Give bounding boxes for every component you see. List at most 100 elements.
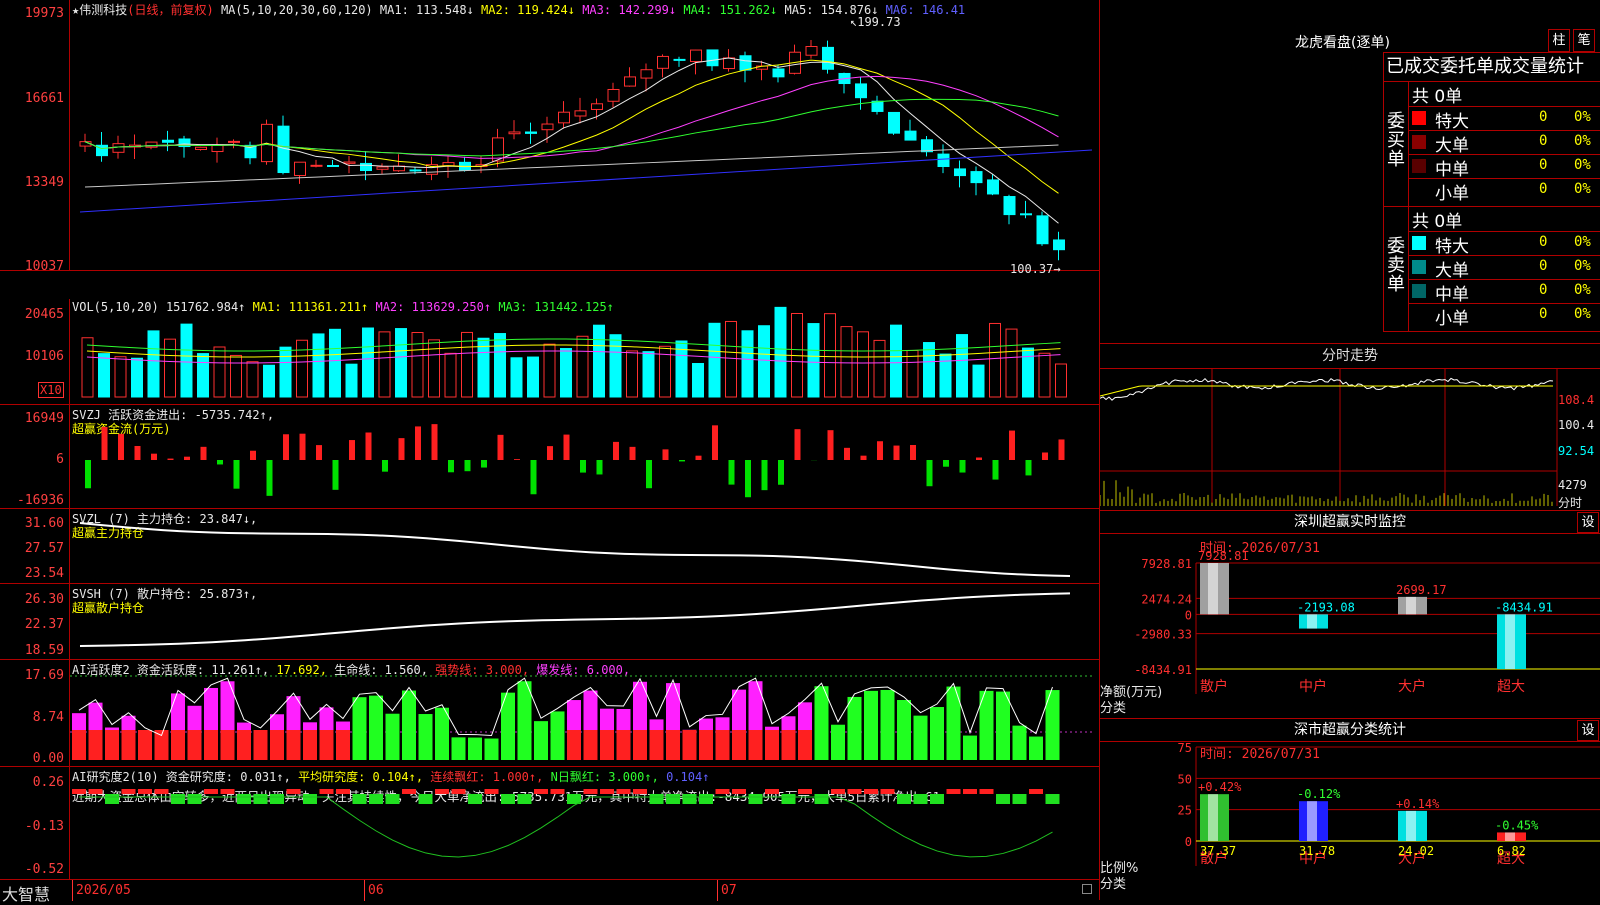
research-bar: [1046, 794, 1060, 804]
research-bar: [1029, 789, 1043, 794]
research-bar: [72, 789, 86, 794]
buy-total: 共 0单: [1412, 82, 1462, 107]
candle-body: [344, 162, 355, 163]
order-percent: 0%: [1574, 282, 1591, 298]
order-count: 0: [1539, 109, 1547, 125]
volume-panel[interactable]: VOL(5,10,20) 151762.984↑ MA1: 111361.211…: [0, 299, 1099, 405]
svsh-panel[interactable]: SVSH (7) 散户持仓: 25.873↑, 超赢散户持仓 26.30 22.…: [0, 584, 1099, 660]
order-percent: 0%: [1574, 258, 1591, 274]
research-bar: [848, 789, 862, 794]
volume-bar: [1006, 329, 1017, 397]
research-bar: [534, 789, 548, 794]
flow-bar: [448, 460, 454, 472]
candle-body: [1004, 197, 1015, 215]
research-bar: [369, 794, 383, 804]
flow-bar: [630, 447, 636, 460]
activity-base: [138, 730, 152, 760]
activity-base: [666, 730, 680, 760]
volume-bar: [544, 344, 555, 397]
low-annotation: 100.37→: [1010, 262, 1061, 276]
activity-base: [765, 730, 779, 760]
ai-research-panel[interactable]: AI研究度2(10) 资金研究度: 0.031↑, 平均研究度: 0.104↑,…: [0, 767, 1099, 879]
category-label: 中户: [1299, 678, 1327, 695]
lhb-panel[interactable]: 龙虎看盘(逐单) 柱 笔 已成交委托单成交量统计 委买单 共 0单 特大00%大…: [1100, 0, 1600, 343]
candle-body: [625, 77, 636, 86]
intraday-panel[interactable]: 分时走势 108.4 100.4 92.54 4279 分时: [1100, 343, 1600, 511]
activity-base: [600, 730, 614, 760]
sz-monitor-panel[interactable]: 深圳超赢实时监控 设 时间: 2026/07/31 7928.812474.24…: [1100, 510, 1600, 718]
category-label: 散户: [1200, 678, 1228, 695]
color-swatch: [1412, 135, 1426, 149]
research-bar: [468, 794, 482, 804]
y-tick: 25: [1178, 804, 1192, 818]
candle-body: [707, 50, 718, 66]
flow-bar: [481, 460, 487, 468]
activity-base: [699, 730, 713, 760]
flow-bar: [564, 435, 570, 460]
bar-highlight: [1505, 832, 1515, 841]
lock-icon[interactable]: [1082, 884, 1092, 894]
candle-body: [146, 142, 157, 147]
candlestick-chart[interactable]: [0, 0, 1099, 270]
research-bar: [386, 794, 400, 804]
research-bar: [221, 789, 235, 794]
tick-mode-button[interactable]: 笔: [1573, 29, 1595, 52]
candle-body: [823, 47, 834, 69]
flow-bar: [85, 460, 91, 488]
price-panel[interactable]: ★伟测科技(日线，前复权) MA(5,10,20,30,60,120) MA1:…: [0, 0, 1099, 271]
flow-bar: [514, 459, 520, 460]
candle-body: [674, 59, 685, 60]
sz-monitor-xlabel: 分类: [1100, 697, 1126, 716]
flow-bar: [778, 460, 784, 485]
sz-class-panel[interactable]: 深市超赢分类统计 设 时间: 2026/07/31 7550250+0.42%散…: [1100, 718, 1600, 901]
ma-line: [85, 99, 1059, 156]
flow-bar: [184, 457, 190, 460]
research-bar: [617, 789, 631, 794]
flow-bar: [976, 458, 982, 460]
activity-bar: [848, 697, 862, 760]
activity-base: [732, 730, 746, 760]
flow-bar: [712, 425, 718, 460]
order-count: 0: [1539, 133, 1547, 149]
activity-base: [798, 730, 812, 760]
bar-mode-button[interactable]: 柱: [1548, 29, 1570, 52]
volume-bar: [412, 333, 423, 397]
sell-side-label: 委卖单: [1387, 237, 1405, 294]
activity-bar: [930, 707, 944, 760]
date-axis[interactable]: 大智慧 2026/05 06 07: [0, 879, 1099, 901]
color-swatch: [1412, 284, 1426, 298]
research-bar: [947, 789, 961, 794]
activity-base: [254, 730, 268, 760]
activity-base: [122, 730, 136, 760]
svzj-panel[interactable]: SVZJ 活跃资金进出: -5735.742↑, 超赢资金流(万元) 16949…: [0, 405, 1099, 509]
intraday-chart[interactable]: [1100, 344, 1600, 511]
volume-bar: [759, 326, 770, 397]
volume-bar: [841, 327, 852, 397]
volume-bar: [165, 339, 176, 397]
intraday-tick: 4279: [1558, 478, 1587, 492]
sell-row: 中单00%: [1409, 279, 1600, 302]
order-percent: 0%: [1574, 181, 1591, 197]
volume-bar: [181, 324, 192, 397]
activity-bar: [386, 714, 400, 760]
research-bar: [204, 789, 218, 794]
candle-body: [410, 170, 421, 171]
flow-bar: [1042, 452, 1048, 460]
volume-bar: [825, 314, 836, 397]
data-label: +0.14%: [1396, 797, 1440, 811]
activity-base: [287, 730, 301, 760]
volume-bar: [132, 358, 143, 397]
y-tick: 0: [1185, 835, 1192, 849]
y-tick: 0: [1185, 608, 1192, 622]
candle-body: [361, 163, 372, 170]
research-bar: [930, 794, 944, 804]
svzl-panel[interactable]: SVZL (7) 主力持仓: 23.847↓, 超赢主力持仓 31.60 27.…: [0, 509, 1099, 584]
activity-base: [683, 730, 697, 760]
flow-bar: [696, 456, 702, 460]
ai-activity-panel[interactable]: AI活跃度2 资金活跃度: 11.261↑, 17.692, 生命线: 1.56…: [0, 660, 1099, 767]
activity-base: [221, 730, 235, 760]
candle-body: [559, 112, 570, 123]
volume-bar: [726, 321, 737, 397]
volume-bar: [973, 365, 984, 397]
research-bar: [815, 794, 829, 804]
